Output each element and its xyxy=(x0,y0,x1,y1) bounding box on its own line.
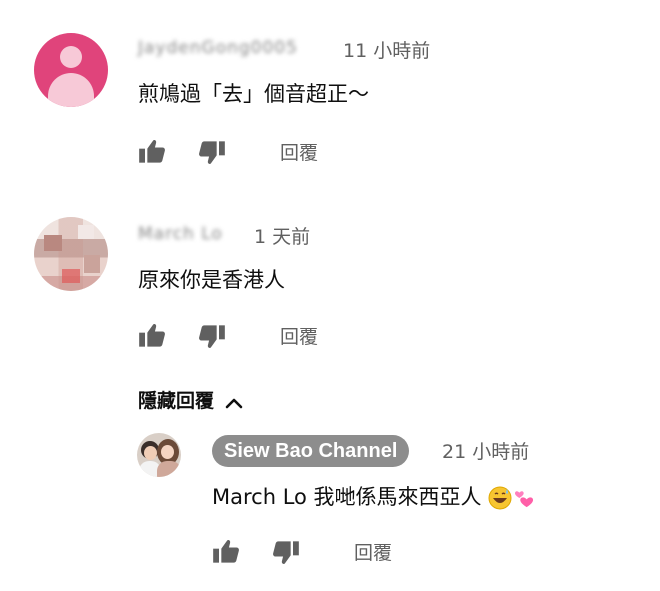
hide-replies-label: 隱藏回覆 xyxy=(138,390,215,412)
avatar[interactable] xyxy=(34,217,108,291)
thumbs-up-icon[interactable] xyxy=(138,322,166,348)
reply-text-row: March Lo 我哋係馬來西亞人 xyxy=(212,481,534,511)
chevron-up-icon xyxy=(225,398,243,408)
two-hearts-emoji xyxy=(515,491,534,508)
thumbs-down-icon[interactable] xyxy=(272,540,300,566)
reply-button[interactable]: 回覆 xyxy=(280,322,318,349)
channel-owner-badge[interactable]: Siew Bao Channel xyxy=(212,435,410,467)
grinning-sweat-emoji xyxy=(488,486,512,510)
comment-author[interactable]: March Lo xyxy=(138,224,223,244)
thumbs-up-icon[interactable] xyxy=(212,538,240,564)
reply-button[interactable]: 回覆 xyxy=(280,138,318,165)
reply-avatar[interactable] xyxy=(137,433,181,477)
thumbs-down-icon[interactable] xyxy=(198,324,226,350)
thumbs-down-icon[interactable] xyxy=(198,140,226,166)
comment-text: 煎鳩過「去」個音超正～ xyxy=(138,82,369,106)
comment-text: 原來你是香港人 xyxy=(138,268,285,292)
comment-author[interactable]: JaydenGong0005 xyxy=(138,38,298,58)
comment-timestamp[interactable]: 1 天前 xyxy=(254,222,310,249)
avatar-default[interactable] xyxy=(34,33,108,107)
hide-replies-button[interactable]: 隱藏回覆 xyxy=(138,386,243,413)
reply-timestamp[interactable]: 21 小時前 xyxy=(442,437,529,464)
reply-text: March Lo 我哋係馬來西亞人 xyxy=(212,485,482,509)
comment-timestamp[interactable]: 11 小時前 xyxy=(343,36,430,63)
reply-button[interactable]: 回覆 xyxy=(354,538,392,565)
thumbs-up-icon[interactable] xyxy=(138,138,166,164)
